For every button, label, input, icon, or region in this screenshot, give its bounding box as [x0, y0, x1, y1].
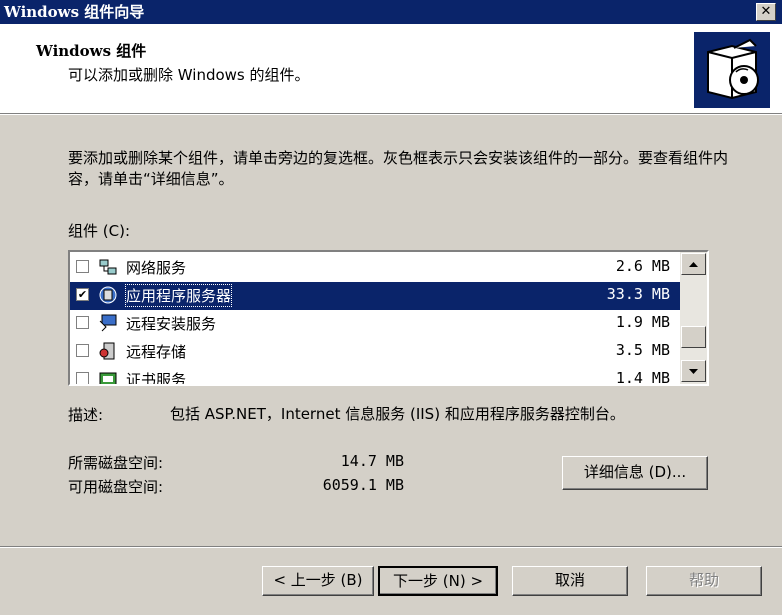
available-space-value: 6059.1 MB: [322, 476, 404, 494]
title-bar: Windows 组件向导 ✕: [0, 0, 782, 24]
intro-text: 要添加或删除某个组件，请单击旁边的复选框。灰色框表示只会安装该组件的一部分。要查…: [68, 149, 729, 188]
description-label: 描述:: [68, 406, 104, 424]
component-name: 远程存储: [126, 343, 187, 361]
list-item[interactable]: 远程存储 3.5 MB: [70, 338, 682, 366]
certificate-icon: [99, 372, 117, 384]
required-space-value: 14.7 MB: [340, 452, 404, 470]
component-name: 证书服务: [126, 371, 187, 386]
list-item[interactable]: 网络服务 2.6 MB: [70, 254, 682, 282]
back-button[interactable]: < 上一步 (B): [262, 566, 374, 596]
remote-storage-icon: [99, 342, 115, 360]
component-checkbox[interactable]: [76, 372, 89, 384]
component-checkbox[interactable]: [76, 260, 89, 273]
network-icon: [99, 259, 117, 275]
header-title: Windows 组件: [36, 42, 147, 60]
remote-install-icon: [99, 314, 117, 332]
components-label: 组件 (C):: [68, 222, 130, 240]
close-button[interactable]: ✕: [756, 3, 776, 21]
next-button[interactable]: 下一步 (N) >: [378, 566, 498, 596]
arrow-down-icon: [689, 369, 698, 374]
scroll-up-button[interactable]: [681, 253, 706, 275]
component-checkbox[interactable]: ✔: [76, 288, 89, 301]
component-checkbox[interactable]: [76, 316, 89, 329]
wizard-header: Windows 组件 可以添加或删除 Windows 的组件。: [0, 24, 782, 114]
component-checkbox[interactable]: [76, 344, 89, 357]
required-space-label: 所需磁盘空间:: [68, 454, 164, 472]
available-space-label: 可用磁盘空间:: [68, 478, 164, 496]
components-list[interactable]: 网络服务 2.6 MB ✔ 应用程序服务器 33.3 MB 远程安装服务 1.9…: [68, 250, 709, 386]
details-button[interactable]: 详细信息 (D)...: [562, 456, 708, 490]
list-item[interactable]: 证书服务 1.4 MB: [70, 366, 682, 386]
component-size: 3.5 MB: [615, 341, 670, 359]
list-item[interactable]: 远程安装服务 1.9 MB: [70, 310, 682, 338]
server-icon: [99, 286, 117, 304]
scroll-thumb[interactable]: [681, 326, 706, 348]
list-scrollbar[interactable]: [680, 252, 707, 384]
help-button[interactable]: 帮助: [646, 566, 762, 596]
arrow-up-icon: [689, 262, 698, 267]
component-name: 远程安装服务: [126, 315, 217, 333]
cancel-button[interactable]: 取消: [512, 566, 628, 596]
component-name: 网络服务: [126, 259, 187, 277]
cd-box-icon: [694, 32, 770, 108]
component-size: 2.6 MB: [615, 257, 670, 275]
component-size: 1.9 MB: [615, 313, 670, 331]
component-size: 33.3 MB: [606, 285, 670, 303]
window-title: Windows 组件向导: [4, 3, 145, 21]
scroll-down-button[interactable]: [681, 360, 706, 382]
description-text: 包括 ASP.NET，Internet 信息服务 (IIS) 和应用程序服务器控…: [170, 405, 625, 423]
component-name: 应用程序服务器: [124, 284, 233, 307]
header-subtitle: 可以添加或删除 Windows 的组件。: [68, 66, 310, 84]
list-item[interactable]: ✔ 应用程序服务器 33.3 MB: [70, 282, 682, 310]
component-size: 1.4 MB: [615, 369, 670, 386]
